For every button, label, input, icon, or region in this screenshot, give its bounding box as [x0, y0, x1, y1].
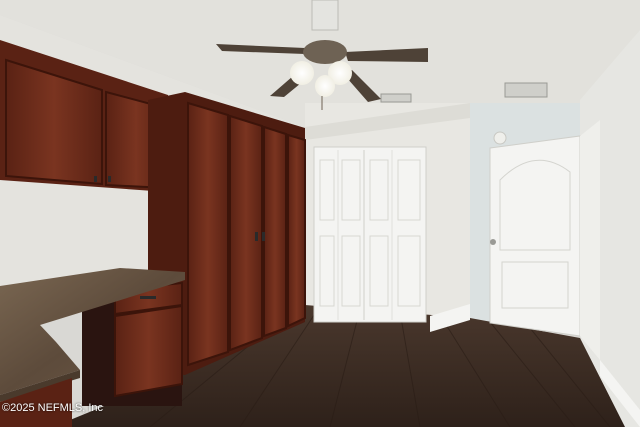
room-illustration	[0, 0, 640, 427]
ceiling-vent-2	[380, 93, 412, 103]
ceiling-vent	[504, 82, 548, 98]
bedroom-door	[489, 120, 600, 360]
smoke-detector	[493, 131, 507, 145]
watermark-text: ©2025 NEFMLS, Inc	[2, 402, 104, 414]
room-photo: ©2025 NEFMLS, Inc	[0, 0, 640, 427]
closet-doors	[313, 146, 427, 323]
